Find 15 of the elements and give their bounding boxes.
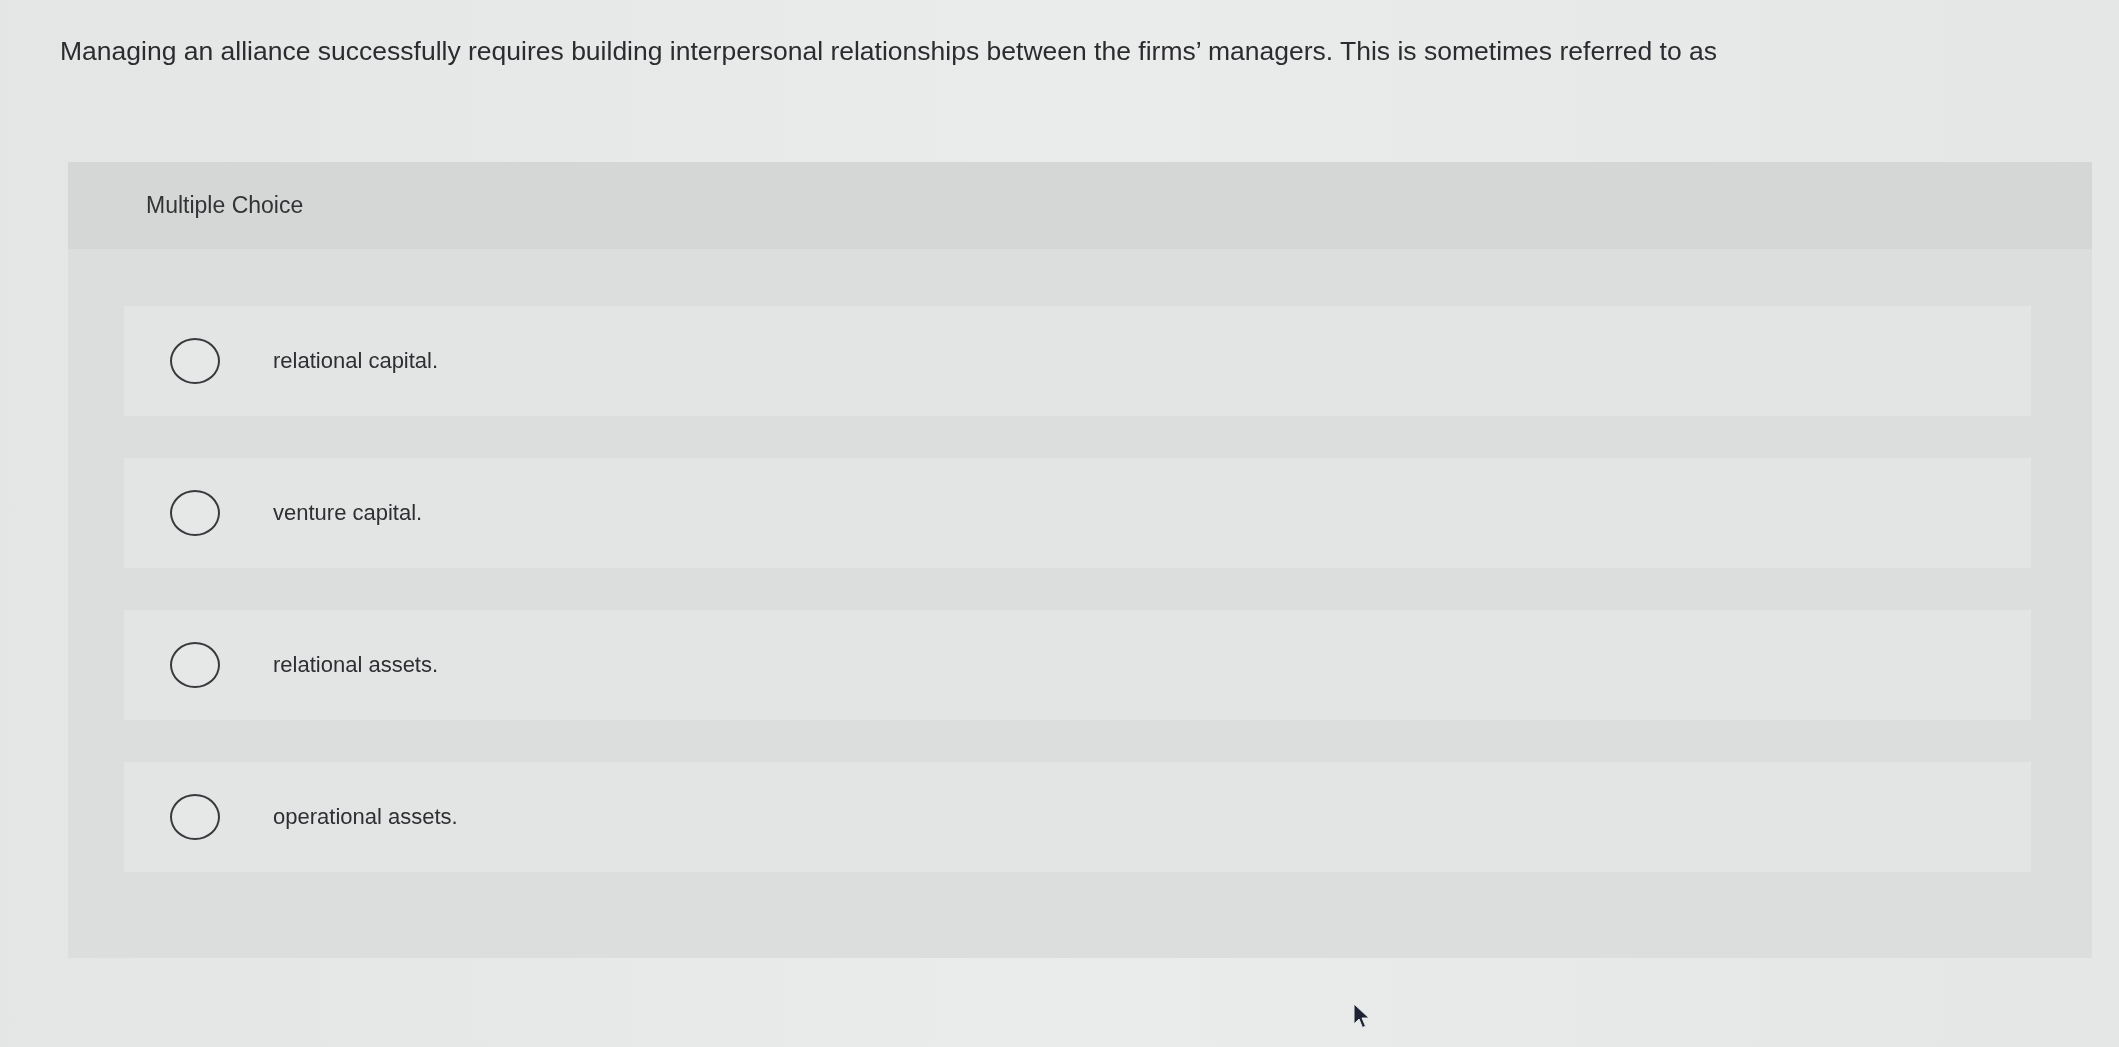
radio-button[interactable]	[170, 490, 220, 536]
mouse-pointer-icon	[1353, 1003, 1371, 1029]
answer-option[interactable]: venture capital.	[124, 458, 2031, 568]
answer-option[interactable]: operational assets.	[124, 762, 2031, 872]
option-label: relational capital.	[273, 348, 439, 374]
radio-button[interactable]	[170, 794, 220, 840]
radio-button[interactable]	[170, 642, 220, 688]
answer-option[interactable]: relational assets.	[124, 610, 2031, 720]
option-label: venture capital.	[273, 500, 423, 526]
radio-button[interactable]	[170, 338, 220, 384]
question-type-label: Multiple Choice	[146, 192, 304, 219]
option-label: relational assets.	[273, 652, 439, 678]
answer-option[interactable]: relational capital.	[124, 306, 2031, 416]
question-text: Managing an alliance successfully requires building interpersonal relationships between the firms’ managers. This is sometimes referred to as	[60, 35, 1719, 68]
option-label: operational assets.	[273, 804, 458, 830]
